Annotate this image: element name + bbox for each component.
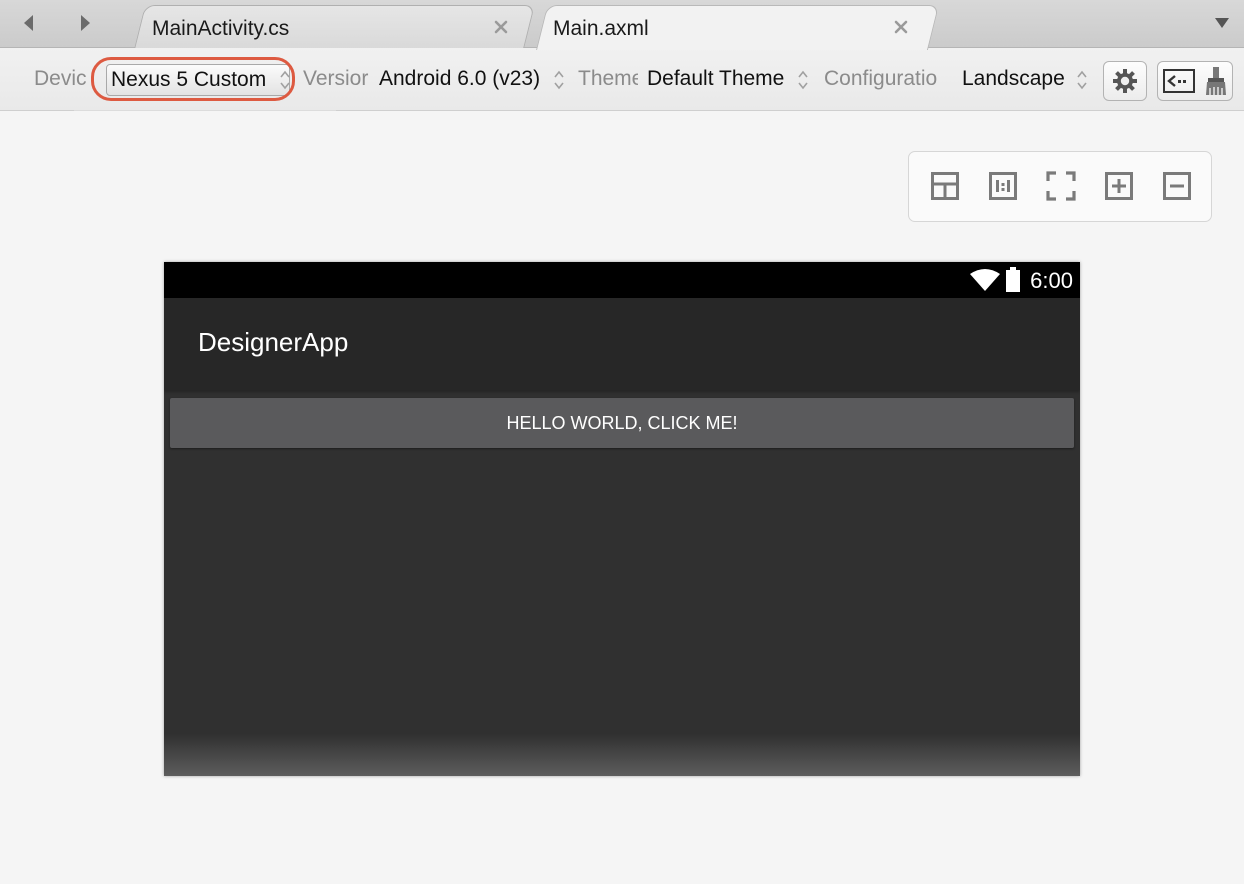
layout-icon xyxy=(931,172,959,200)
zoom-in-icon xyxy=(1105,172,1133,200)
tab-overflow-button[interactable] xyxy=(1214,16,1230,30)
fit-screen-button[interactable] xyxy=(1046,171,1076,201)
device-label: Devic xyxy=(34,67,87,90)
zoom-out-icon xyxy=(1163,172,1191,200)
app-title: DesignerApp xyxy=(198,327,349,357)
tab-main-axml-close-button[interactable] xyxy=(892,18,910,36)
wifi-icon xyxy=(970,269,1000,291)
back-button[interactable] xyxy=(18,12,38,34)
back-arrow-icon xyxy=(24,15,33,31)
tab-mainactivity-label: MainActivity.cs xyxy=(152,17,290,40)
configuration-label: Configuratio xyxy=(824,67,938,90)
theme-updown-icon xyxy=(798,70,808,90)
view-mode-toggle[interactable] xyxy=(1157,61,1233,101)
zoom-toolbar xyxy=(908,151,1212,222)
layout-button[interactable] xyxy=(930,171,960,201)
actual-size-button[interactable] xyxy=(988,171,1018,201)
tab-mainactivity-close-button[interactable] xyxy=(492,18,510,36)
version-updown-icon xyxy=(554,70,564,90)
hello-world-button[interactable]: HELLO WORLD, CLICK ME! xyxy=(170,398,1074,448)
gear-icon xyxy=(1113,69,1137,93)
source-view-icon[interactable] xyxy=(1163,68,1195,94)
forward-button[interactable] xyxy=(76,12,96,34)
preview-fade xyxy=(164,734,1080,776)
theme-label: Theme xyxy=(578,67,638,90)
device-value: Nexus 5 Custom xyxy=(111,68,267,91)
device-preview[interactable]: 6:00 DesignerApp HELLO WORLD, CLICK ME! xyxy=(164,262,1080,776)
theme-select[interactable]: Default Theme xyxy=(647,67,793,91)
designer-settings-button[interactable] xyxy=(1103,61,1147,101)
actual-size-icon xyxy=(989,172,1017,200)
configuration-updown-icon xyxy=(1077,70,1087,90)
version-select[interactable]: Android 6.0 (v23) xyxy=(379,67,551,91)
device-updown-icon xyxy=(280,70,290,90)
android-status-bar: 6:00 xyxy=(164,262,1080,298)
forward-arrow-icon xyxy=(81,15,90,31)
close-icon xyxy=(894,20,908,34)
close-icon xyxy=(494,20,508,34)
tab-main-axml-label: Main.axml xyxy=(553,17,649,40)
toolbar-divider xyxy=(74,110,336,111)
brush-icon[interactable] xyxy=(1205,66,1227,96)
app-action-bar: DesignerApp xyxy=(164,298,1080,390)
version-label: Versior xyxy=(303,67,369,90)
status-time: 6:00 xyxy=(1030,268,1073,293)
battery-icon xyxy=(1006,267,1020,292)
zoom-out-button[interactable] xyxy=(1162,171,1192,201)
overflow-chevron-icon xyxy=(1215,18,1229,28)
zoom-in-button[interactable] xyxy=(1104,171,1134,201)
tab-strip: MainActivity.cs Main.axml xyxy=(0,0,1244,50)
configuration-select[interactable]: Landscape xyxy=(962,67,1072,91)
fit-screen-icon xyxy=(1046,171,1076,201)
designer-toolbar: Devic Nexus 5 Custom Versior Android 6.0… xyxy=(0,48,1244,111)
